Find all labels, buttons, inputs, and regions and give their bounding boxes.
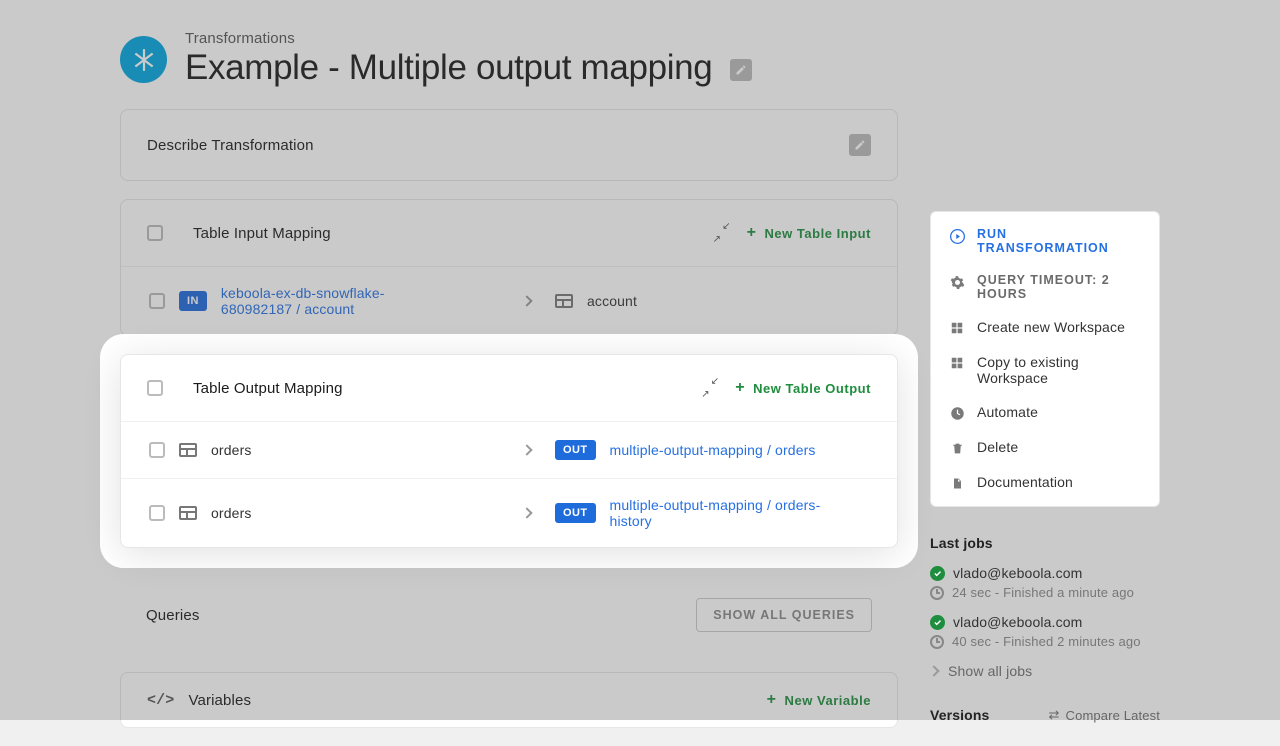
input-mapping-row[interactable]: IN keboola-ex-db-snowflake-680982187 / a… bbox=[121, 266, 897, 335]
plus-icon: + bbox=[767, 691, 777, 709]
queries-section: Queries SHOW ALL QUERIES bbox=[120, 576, 898, 654]
collapse-icon[interactable] bbox=[703, 381, 717, 395]
code-icon: </> bbox=[147, 692, 174, 709]
input-mapping-select-all[interactable] bbox=[147, 225, 163, 241]
job-item[interactable]: vlado@keboola.com 40 sec - Finished 2 mi… bbox=[930, 614, 1160, 649]
clock-icon bbox=[930, 635, 944, 649]
query-timeout-item[interactable]: Query Timeout: 2 hours bbox=[931, 264, 1159, 310]
output-mapping-card: Table Output Mapping + New Table Output … bbox=[120, 354, 898, 548]
job-item[interactable]: vlado@keboola.com 24 sec - Finished a mi… bbox=[930, 565, 1160, 600]
chevron-right-icon bbox=[928, 665, 939, 676]
input-source-link[interactable]: keboola-ex-db-snowflake-680982187 / acco… bbox=[221, 285, 441, 317]
compare-latest-link[interactable]: ⇄ Compare Latest bbox=[1049, 707, 1161, 723]
collapse-icon[interactable] bbox=[715, 226, 729, 240]
job-user: vlado@keboola.com bbox=[953, 614, 1082, 630]
table-icon bbox=[555, 294, 573, 308]
out-badge: OUT bbox=[555, 440, 596, 460]
edit-title-icon[interactable] bbox=[730, 59, 752, 81]
queries-title: Queries bbox=[146, 607, 696, 624]
plus-icon: + bbox=[735, 379, 745, 397]
output-source: orders bbox=[211, 442, 252, 458]
gear-icon bbox=[949, 274, 965, 290]
job-meta: 40 sec - Finished 2 minutes ago bbox=[952, 634, 1141, 649]
input-mapping-title: Table Input Mapping bbox=[193, 225, 697, 242]
success-icon bbox=[930, 615, 945, 630]
versions-title: Versions bbox=[930, 707, 990, 723]
breadcrumb[interactable]: Transformations bbox=[185, 30, 752, 47]
table-icon bbox=[179, 506, 197, 520]
output-mapping-row[interactable]: orders OUT multiple-output-mapping / ord… bbox=[121, 421, 897, 478]
automate-item[interactable]: Automate bbox=[931, 395, 1159, 430]
new-table-output-button[interactable]: + New Table Output bbox=[735, 379, 871, 397]
workspace-icon bbox=[949, 320, 965, 336]
row-checkbox[interactable] bbox=[149, 505, 165, 521]
table-icon bbox=[179, 443, 197, 457]
plus-icon: + bbox=[747, 224, 757, 242]
input-target: account bbox=[587, 293, 637, 309]
show-all-queries-button[interactable]: SHOW ALL QUERIES bbox=[696, 598, 872, 632]
output-target-link[interactable]: multiple-output-mapping / orders bbox=[610, 442, 816, 458]
run-transformation-button[interactable]: Run Transformation bbox=[931, 218, 1159, 264]
input-mapping-card: Table Input Mapping + New Table Input IN… bbox=[120, 199, 898, 336]
new-variable-button[interactable]: + New Variable bbox=[767, 691, 871, 709]
in-badge: IN bbox=[179, 291, 207, 311]
chevron-right-icon bbox=[521, 507, 532, 518]
output-mapping-title: Table Output Mapping bbox=[193, 380, 685, 397]
actions-panel: Run Transformation Query Timeout: 2 hour… bbox=[930, 211, 1160, 507]
out-badge: OUT bbox=[555, 503, 596, 523]
trash-icon bbox=[949, 440, 965, 456]
job-meta: 24 sec - Finished a minute ago bbox=[952, 585, 1134, 600]
row-checkbox[interactable] bbox=[149, 442, 165, 458]
create-workspace-item[interactable]: Create new Workspace bbox=[931, 310, 1159, 345]
row-checkbox[interactable] bbox=[149, 293, 165, 309]
output-source: orders bbox=[211, 505, 252, 521]
chevron-right-icon bbox=[521, 295, 532, 306]
output-mapping-select-all[interactable] bbox=[147, 380, 163, 396]
job-user: vlado@keboola.com bbox=[953, 565, 1082, 581]
document-icon bbox=[949, 475, 965, 491]
chevron-right-icon bbox=[521, 444, 532, 455]
show-all-jobs-link[interactable]: Show all jobs bbox=[930, 663, 1160, 679]
describe-card: Describe Transformation bbox=[120, 109, 898, 181]
describe-label: Describe Transformation bbox=[147, 137, 823, 154]
output-target-link[interactable]: multiple-output-mapping / orders-history bbox=[610, 497, 850, 529]
page-title: Example - Multiple output mapping bbox=[185, 48, 712, 87]
documentation-item[interactable]: Documentation bbox=[931, 465, 1159, 500]
compare-icon: ⇄ bbox=[1049, 707, 1060, 723]
copy-icon bbox=[949, 355, 965, 371]
clock-icon bbox=[930, 586, 944, 600]
new-table-input-button[interactable]: + New Table Input bbox=[747, 224, 871, 242]
success-icon bbox=[930, 566, 945, 581]
snowflake-icon bbox=[120, 36, 167, 83]
edit-description-icon[interactable] bbox=[849, 134, 871, 156]
last-jobs-title: Last jobs bbox=[930, 535, 1160, 551]
variables-title: Variables bbox=[188, 692, 752, 709]
output-mapping-row[interactable]: orders OUT multiple-output-mapping / ord… bbox=[121, 478, 897, 547]
copy-workspace-item[interactable]: Copy to existing Workspace bbox=[931, 345, 1159, 395]
delete-item[interactable]: Delete bbox=[931, 430, 1159, 465]
clock-icon bbox=[949, 405, 965, 421]
play-icon bbox=[949, 228, 965, 244]
